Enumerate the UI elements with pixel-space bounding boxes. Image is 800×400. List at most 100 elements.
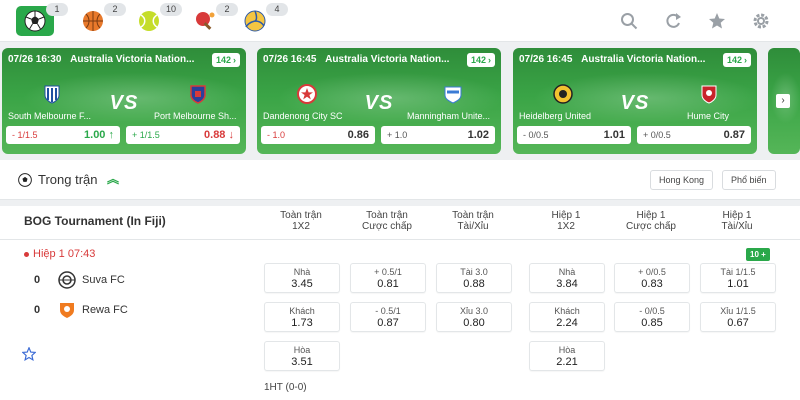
odds-cell[interactable]: Tài 1/1.5 1.01 <box>700 263 776 293</box>
odds-cell[interactable]: Hòa 3.51 <box>264 341 340 371</box>
soccer-ball-icon <box>24 10 46 32</box>
home-score: 0 <box>34 274 41 286</box>
odds-cell[interactable]: Nhà 3.45 <box>264 263 340 293</box>
away-odds-button[interactable]: + 1.0 1.02 <box>381 126 495 144</box>
match-card-partial[interactable]: › <box>768 48 800 154</box>
odds-value: 1.01 <box>603 129 625 141</box>
odds-value: 0.86 <box>347 129 369 141</box>
soccer-count: 1 <box>46 3 68 16</box>
home-team-row[interactable]: 0 Suva FC <box>34 270 125 290</box>
column-header: Hiệp 1 Cược chấp <box>626 210 676 232</box>
refresh-icon[interactable] <box>662 10 684 32</box>
column-header: Toàn trận Tài/Xỉu <box>452 210 494 232</box>
column-header: Toàn trận Cược chấp <box>362 210 412 232</box>
away-odds-button[interactable]: + 1/1.5 0.88 ↓ <box>126 126 240 144</box>
odds-cell[interactable]: - 0/0.5 0.85 <box>614 302 690 332</box>
league-name: Australia Victoria Nation... <box>70 54 195 65</box>
odds-value: 1.02 <box>467 129 489 141</box>
tennis-ball-icon <box>138 10 160 32</box>
odds-cell[interactable]: Nhà 3.84 <box>529 263 605 293</box>
odds-format-button[interactable]: Hong Kong <box>650 170 714 190</box>
column-header: Toàn trận 1X2 <box>280 210 322 232</box>
odds-cell[interactable]: Khách 1.73 <box>264 302 340 332</box>
team-logo-icon <box>443 84 463 104</box>
chevron-right-icon: › <box>233 55 236 65</box>
table-tennis-icon <box>194 10 216 32</box>
team-logo-icon <box>188 84 208 104</box>
favorite-star-icon[interactable] <box>21 346 37 362</box>
more-markets-button[interactable]: 10 + <box>746 248 770 261</box>
handicap-label: + 1/1.5 <box>132 130 160 140</box>
search-icon[interactable] <box>618 10 640 32</box>
volleyball-tab[interactable]: 4 <box>236 3 288 36</box>
markets-badge[interactable]: 142 › <box>211 53 240 67</box>
league-title[interactable]: BOG Tournament (In Fiji) <box>24 214 166 228</box>
match-status: Hiệp 1 07:43 <box>24 248 95 260</box>
table-tennis-tab[interactable]: 2 <box>186 3 238 36</box>
divider <box>0 239 800 240</box>
collapse-chevron-icon[interactable]: ︽ <box>107 170 119 187</box>
away-score: 0 <box>34 304 41 316</box>
section-title: Trong trận <box>38 172 98 187</box>
handicap-label: - 0/0.5 <box>523 130 549 140</box>
scroll-right-icon[interactable]: › <box>776 94 790 108</box>
column-header: Hiệp 1 1X2 <box>551 210 581 232</box>
odds-cell[interactable]: Xỉu 1/1.5 0.67 <box>700 302 776 332</box>
match-card[interactable]: 07/26 16:30 Australia Victoria Nation...… <box>2 48 246 154</box>
match-datetime: 07/26 16:45 <box>519 54 573 65</box>
home-team-name: South Melbourne F... <box>8 111 92 121</box>
odds-value: 0.87 <box>723 129 745 141</box>
live-dot-icon <box>24 251 29 257</box>
volleyball-icon <box>244 10 266 32</box>
column-header: Hiệp 1 Tài/Xỉu <box>721 210 753 232</box>
sort-popular-button[interactable]: Phổ biến <box>722 170 776 190</box>
in-play-header: Trong trận ︽ Hong Kong Phổ biến <box>0 160 800 200</box>
match-card[interactable]: 07/26 16:45 Australia Victoria Nation...… <box>257 48 501 154</box>
markets-count: 142 <box>726 55 742 65</box>
handicap-label: + 0/0.5 <box>643 130 671 140</box>
halftime-score: 1HT (0-0) <box>264 382 307 393</box>
markets-badge[interactable]: 142 › <box>722 53 751 67</box>
card-header: 07/26 16:45 Australia Victoria Nation... <box>263 54 495 68</box>
home-team-name: Suva FC <box>82 274 125 286</box>
away-odds-button[interactable]: + 0/0.5 0.87 <box>637 126 751 144</box>
match-datetime: 07/26 16:45 <box>263 54 317 65</box>
basketball-icon <box>82 10 104 32</box>
basketball-count: 2 <box>104 3 126 16</box>
match-card[interactable]: 07/26 16:45 Australia Victoria Nation...… <box>513 48 757 154</box>
away-team-name: Rewa FC <box>82 304 128 316</box>
tennis-tab[interactable]: 10 <box>130 3 182 36</box>
home-team-name: Heidelberg United <box>519 111 592 121</box>
markets-badge[interactable]: 142 › <box>466 53 495 67</box>
featured-matches: 07/26 16:30 Australia Victoria Nation...… <box>0 48 800 154</box>
odds-cell[interactable]: Khách 2.24 <box>529 302 605 332</box>
gear-icon[interactable] <box>750 10 772 32</box>
star-icon[interactable] <box>706 10 728 32</box>
odds-value: 0.88 ↓ <box>204 129 235 141</box>
odds-cell[interactable]: + 0/0.5 0.83 <box>614 263 690 293</box>
tennis-count: 10 <box>160 3 182 16</box>
odds-cell[interactable]: Tài 3.0 0.88 <box>436 263 512 293</box>
card-header: 07/26 16:45 Australia Victoria Nation... <box>519 54 751 68</box>
handicap-label: - 1/1.5 <box>12 130 38 140</box>
top-bar: 1 2 10 2 4 <box>0 0 800 42</box>
soccer-tab[interactable]: 1 <box>16 3 68 36</box>
home-odds-button[interactable]: - 0/0.5 1.01 <box>517 126 631 144</box>
chevron-right-icon: › <box>488 55 491 65</box>
odds-cell[interactable]: - 0.5/1 0.87 <box>350 302 426 332</box>
team-logo-icon <box>58 271 76 289</box>
basketball-tab[interactable]: 2 <box>74 3 126 36</box>
away-team-name: Manningham Unite... <box>407 111 491 121</box>
odds-cell[interactable]: Xỉu 3.0 0.80 <box>436 302 512 332</box>
away-team-row[interactable]: 0 Rewa FC <box>34 300 128 320</box>
odds-cell[interactable]: Hòa 2.21 <box>529 341 605 371</box>
home-team-name: Dandenong City SC <box>263 111 343 121</box>
arrow-up-icon: ↑ <box>108 129 115 141</box>
card-header: 07/26 16:30 Australia Victoria Nation... <box>8 54 240 68</box>
odds-value: 1.00 ↑ <box>84 129 115 141</box>
handicap-label: + 1.0 <box>387 130 408 140</box>
home-odds-button[interactable]: - 1/1.5 1.00 ↑ <box>6 126 120 144</box>
home-odds-button[interactable]: - 1.0 0.86 <box>261 126 375 144</box>
arrow-down-icon: ↓ <box>228 129 235 141</box>
odds-cell[interactable]: + 0.5/1 0.81 <box>350 263 426 293</box>
